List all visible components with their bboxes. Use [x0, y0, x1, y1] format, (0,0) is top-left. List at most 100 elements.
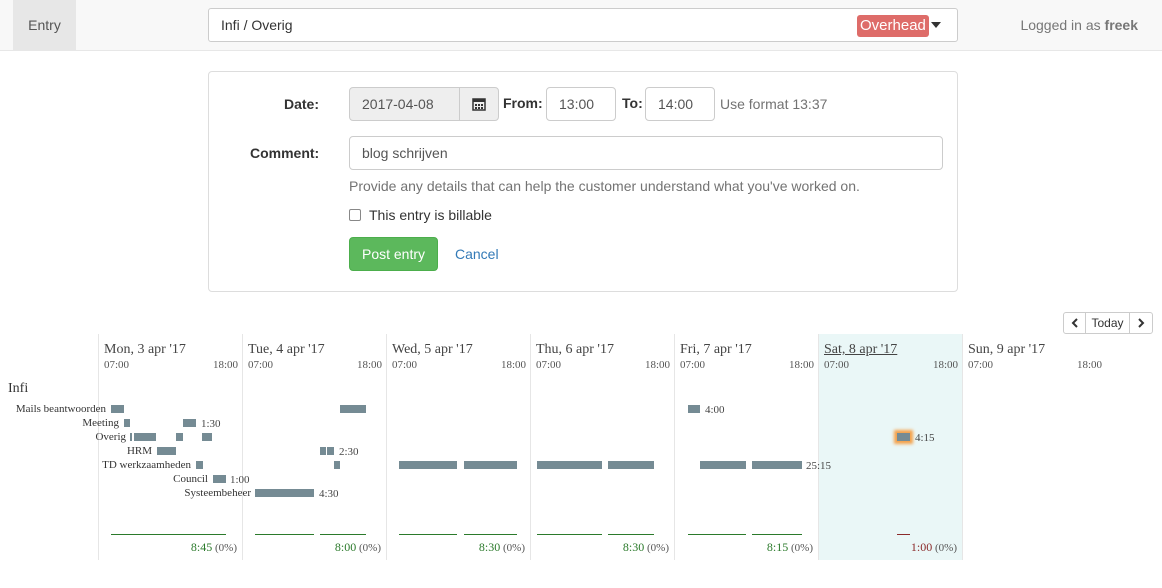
day-range-end: 18:00 [932, 359, 958, 371]
login-status: Logged in as freek [1020, 17, 1138, 33]
daily-total-line [320, 534, 366, 535]
day-range-end: 18:00 [788, 359, 814, 371]
daily-total-line [688, 534, 746, 535]
day-column: Thu, 6 apr '17 07:00 18:00 [530, 334, 674, 560]
time-entry-bar[interactable] [327, 447, 334, 455]
day-column: Wed, 5 apr '17 07:00 18:00 [386, 334, 530, 560]
calendar-button[interactable] [459, 87, 499, 121]
time-entry-bar[interactable] [111, 405, 124, 413]
time-entry-bar[interactable] [255, 489, 314, 497]
date-input[interactable]: 2017-04-08 [349, 87, 460, 121]
day-title[interactable]: Sat, 8 apr '17 [824, 342, 897, 358]
time-entry-bar[interactable] [700, 461, 746, 469]
day-title: Wed, 5 apr '17 [392, 342, 473, 357]
day-range-start: 07:00 [392, 359, 418, 371]
time-entry-bar[interactable] [537, 461, 602, 469]
daily-total-percent: (0%) [647, 542, 669, 554]
daily-total-line [537, 534, 602, 535]
daily-total-line [752, 534, 802, 535]
day-column: Fri, 7 apr '17 07:00 18:00 [674, 334, 818, 560]
day-column: Sun, 9 apr '17 07:00 18:00 [962, 334, 1106, 560]
time-entry-bar[interactable] [213, 475, 226, 483]
today-button[interactable]: Today [1085, 312, 1130, 334]
daily-total: 8:45 (0%) [191, 540, 237, 555]
time-entry-bar[interactable] [134, 433, 156, 441]
daily-total-hours: 8:45 [190, 540, 213, 554]
time-entry-bar[interactable] [202, 433, 212, 441]
time-entry-bar[interactable] [688, 405, 700, 413]
comment-input[interactable]: blog schrijven [349, 136, 943, 170]
daily-total-line [255, 534, 314, 535]
from-time-input[interactable]: 13:00 [546, 87, 616, 121]
time-entry-bar[interactable] [334, 461, 340, 469]
daily-total-hours: 8:00 [334, 540, 357, 554]
day-column-selected: Sat, 8 apr '17 07:00 18:00 [818, 334, 962, 560]
duration-label: 4:00 [705, 404, 725, 416]
day-title: Thu, 6 apr '17 [536, 342, 614, 357]
daily-total-percent: (0%) [935, 542, 957, 554]
project-label: Mails beantwoorden [15, 403, 106, 415]
time-entry-bar[interactable] [340, 405, 366, 413]
time-entry-bar[interactable] [124, 419, 130, 427]
project-label: Overig [95, 431, 126, 443]
to-time-input[interactable]: 14:00 [645, 87, 715, 121]
project-select[interactable]: Infi / Overig Overhead [208, 8, 958, 42]
duration-label: 2:30 [339, 446, 359, 458]
day-range-end: 18:00 [212, 359, 238, 371]
chevron-down-icon [931, 22, 941, 28]
comment-help-text: Provide any details that can help the cu… [349, 178, 860, 194]
time-entry-bar[interactable] [176, 433, 183, 441]
time-entry-bar[interactable] [464, 461, 517, 469]
day-range-end: 18:00 [500, 359, 526, 371]
day-range-start: 07:00 [824, 359, 850, 371]
duration-label: 25:15 [806, 460, 832, 472]
time-entry-bar[interactable] [157, 447, 176, 455]
time-format-hint: Use format 13:37 [720, 96, 828, 112]
daily-total-line [897, 534, 910, 535]
day-range-start: 07:00 [680, 359, 706, 371]
daily-total-hours: 1:00 [910, 540, 933, 554]
day-title: Mon, 3 apr '17 [104, 342, 186, 357]
daily-total-hours: 8:30 [478, 540, 501, 554]
day-title: Sun, 9 apr '17 [968, 342, 1046, 357]
time-entry-bar[interactable] [196, 461, 203, 469]
cancel-link[interactable]: Cancel [455, 246, 499, 262]
tab-entry[interactable]: Entry [13, 0, 76, 50]
billable-label[interactable]: This entry is billable [369, 207, 492, 223]
daily-total: 8:30 (0%) [479, 540, 525, 555]
chevron-left-icon [1071, 318, 1078, 328]
daily-total: 1:00 (0%) [911, 540, 957, 555]
prev-week-button[interactable] [1063, 312, 1086, 334]
daily-total-line [464, 534, 517, 535]
duration-label: 4:30 [319, 488, 339, 500]
project-label: Meeting [82, 417, 119, 429]
daily-total-percent: (0%) [503, 542, 525, 554]
duration-label: 1:00 [230, 474, 250, 486]
duration-label: 4:15 [915, 432, 935, 444]
entry-form-panel: Date: 2017-04-08 From: 13:00 To: 14:00 U… [208, 71, 958, 292]
project-label: Council [173, 473, 208, 485]
calendar-icon [472, 98, 486, 111]
daily-total-hours: 8:15 [766, 540, 789, 554]
to-label: To: [622, 95, 643, 111]
post-entry-button[interactable]: Post entry [349, 237, 438, 271]
day-range-start: 07:00 [104, 359, 130, 371]
daily-total-hours: 8:30 [622, 540, 645, 554]
next-week-button[interactable] [1129, 312, 1153, 334]
comment-label: Comment: [250, 145, 320, 161]
time-entry-bar[interactable] [130, 433, 132, 441]
daily-total: 8:30 (0%) [623, 540, 669, 555]
chevron-right-icon [1138, 318, 1145, 328]
overhead-badge: Overhead [857, 15, 929, 37]
day-range-start: 07:00 [968, 359, 994, 371]
date-label: Date: [284, 96, 320, 112]
selected-time-entry-bar[interactable] [897, 433, 910, 441]
time-entry-bar[interactable] [608, 461, 654, 469]
project-label: HRM [126, 445, 152, 457]
time-entry-bar[interactable] [399, 461, 457, 469]
time-entry-bar[interactable] [183, 419, 196, 427]
time-entry-bar[interactable] [320, 447, 326, 455]
time-entry-bar[interactable] [752, 461, 802, 469]
project-label: TD werkzaamheden [102, 459, 191, 471]
billable-checkbox[interactable] [349, 209, 361, 221]
